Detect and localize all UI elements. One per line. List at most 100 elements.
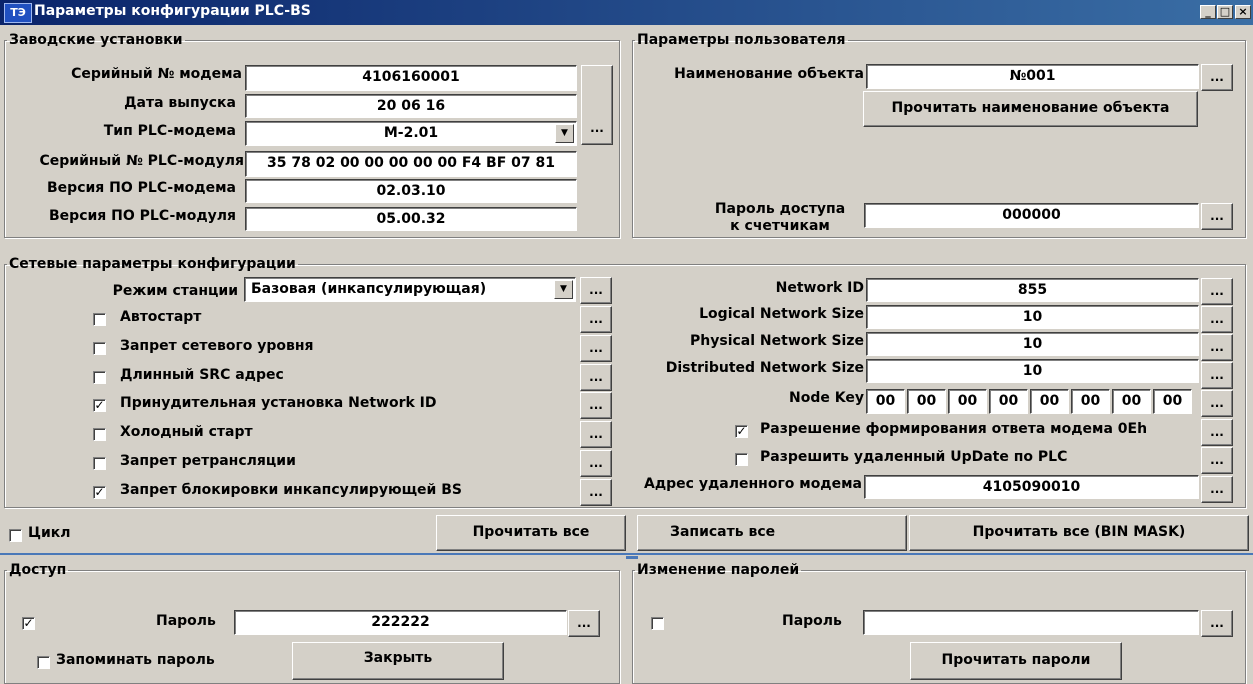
allow-response-label: Разрешение формирования ответа модема 0E… (760, 421, 1148, 437)
station-mode-edit-button[interactable]: ... (580, 277, 612, 304)
logical-size-label: Logical Network Size (699, 306, 864, 322)
cold-start-edit-button[interactable]: ... (580, 421, 612, 448)
remember-password-label: Запоминать пароль (56, 652, 215, 668)
relay-ban-label: Запрет ретрансляции (120, 453, 296, 469)
physical-size-field[interactable]: 10 (866, 332, 1199, 356)
change-password-checkbox[interactable] (651, 617, 664, 630)
fw-modem-label: Версия ПО PLC-модема (47, 180, 236, 196)
force-network-id-label: Принудительная установка Network ID (120, 395, 437, 411)
fw-module-field[interactable]: 05.00.32 (245, 207, 577, 231)
minimize-button[interactable]: _ (1200, 5, 1216, 19)
allow-update-checkbox[interactable] (735, 453, 748, 466)
access-password-edit-button[interactable]: ... (568, 610, 600, 637)
change-password-label: Пароль (782, 613, 842, 629)
remote-modem-label: Адрес удаленного модема (644, 476, 862, 492)
app-logo-icon: ТЭ (4, 3, 32, 23)
distributed-size-edit-button[interactable]: ... (1201, 362, 1233, 389)
station-mode-select[interactable]: Базовая (инкапсулирующая) ▼ (244, 277, 576, 302)
access-legend: Доступ (9, 562, 67, 578)
long-src-checkbox[interactable] (93, 371, 106, 384)
modem-type-label: Тип PLC-модема (103, 123, 236, 139)
physical-size-edit-button[interactable]: ... (1201, 334, 1233, 361)
meter-password-label-line2: к счетчикам (730, 218, 830, 234)
force-network-id-edit-button[interactable]: ... (580, 392, 612, 419)
read-all-button[interactable]: Прочитать все (436, 515, 626, 551)
network-id-edit-button[interactable]: ... (1201, 278, 1233, 305)
window-title: Параметры конфигурации PLC-BS (34, 3, 311, 19)
node-key-byte[interactable]: 00 (1153, 389, 1192, 414)
read-object-name-button[interactable]: Прочитать наименование объекта (863, 91, 1198, 127)
meter-password-field[interactable]: 000000 (864, 203, 1199, 228)
autostart-checkbox[interactable] (93, 313, 106, 326)
splitter-handle[interactable] (626, 556, 638, 559)
object-name-edit-button[interactable]: ... (1201, 64, 1233, 91)
network-id-field[interactable]: 855 (866, 278, 1199, 302)
chevron-down-icon[interactable]: ▼ (554, 280, 573, 299)
node-key-byte[interactable]: 00 (1112, 389, 1151, 414)
relay-ban-edit-button[interactable]: ... (580, 450, 612, 477)
access-password-field[interactable]: 222222 (234, 610, 567, 635)
access-checkbox[interactable]: ✓ (22, 617, 35, 630)
autostart-label: Автостарт (120, 309, 202, 325)
node-key-byte[interactable]: 00 (866, 389, 905, 414)
meter-password-label-line1: Пароль доступа (714, 201, 846, 217)
serial-module-field[interactable]: 35 78 02 00 00 00 00 00 F4 BF 07 81 (245, 151, 577, 177)
read-all-bin-button[interactable]: Прочитать все (BIN MASK) (909, 515, 1249, 551)
release-date-label: Дата выпуска (124, 95, 236, 111)
allow-update-label: Разрешить удаленный UpDate по PLC (760, 449, 1068, 465)
allow-response-edit-button[interactable]: ... (1201, 419, 1233, 446)
change-password-field[interactable] (863, 610, 1199, 635)
factory-edit-button[interactable]: ... (581, 65, 613, 145)
cycle-checkbox[interactable] (9, 529, 22, 542)
distributed-size-label: Distributed Network Size (665, 360, 864, 376)
allow-update-edit-button[interactable]: ... (1201, 447, 1233, 474)
force-network-id-checkbox[interactable]: ✓ (93, 399, 106, 412)
node-key-byte[interactable]: 00 (1030, 389, 1069, 414)
long-src-edit-button[interactable]: ... (580, 364, 612, 391)
cold-start-checkbox[interactable] (93, 428, 106, 441)
node-key-byte[interactable]: 00 (1071, 389, 1110, 414)
remote-modem-field[interactable]: 4105090010 (864, 475, 1199, 499)
write-all-button[interactable]: Записать все (637, 515, 907, 551)
change-password-edit-button[interactable]: ... (1201, 610, 1233, 637)
meter-password-edit-button[interactable]: ... (1201, 203, 1233, 230)
remember-password-checkbox[interactable] (37, 656, 50, 669)
network-level-ban-label: Запрет сетевого уровня (120, 338, 314, 354)
node-key-byte[interactable]: 00 (989, 389, 1028, 414)
modem-type-value: M-2.01 (383, 125, 439, 141)
autostart-edit-button[interactable]: ... (580, 306, 612, 333)
node-key-edit-button[interactable]: ... (1201, 390, 1233, 417)
station-mode-label: Режим станции (112, 283, 238, 299)
network-id-label: Network ID (775, 280, 864, 296)
close-button[interactable]: Закрыть (292, 642, 504, 680)
object-name-label: Наименование объекта (674, 66, 864, 82)
logical-size-field[interactable]: 10 (866, 305, 1199, 329)
modem-type-select[interactable]: M-2.01 ▼ (245, 121, 577, 146)
chevron-down-icon[interactable]: ▼ (555, 124, 574, 143)
close-window-button[interactable]: × (1235, 5, 1251, 19)
serial-module-label: Серийный № PLC-модуля (39, 153, 244, 169)
relay-ban-checkbox[interactable] (93, 457, 106, 470)
network-params-legend: Сетевые параметры конфигурации (9, 256, 296, 272)
object-name-field[interactable]: №001 (866, 64, 1199, 89)
node-key-byte[interactable]: 00 (907, 389, 946, 414)
encap-lock-ban-edit-button[interactable]: ... (580, 479, 612, 506)
remote-modem-edit-button[interactable]: ... (1201, 476, 1233, 503)
user-params-legend: Параметры пользователя (637, 32, 846, 48)
distributed-size-field[interactable]: 10 (866, 359, 1199, 383)
title-bar: ТЭ Параметры конфигурации PLC-BS _ □ × (0, 0, 1253, 25)
serial-modem-field[interactable]: 4106160001 (245, 65, 577, 91)
fw-modem-field[interactable]: 02.03.10 (245, 179, 577, 203)
allow-response-checkbox[interactable]: ✓ (735, 425, 748, 438)
network-level-ban-checkbox[interactable] (93, 342, 106, 355)
logical-size-edit-button[interactable]: ... (1201, 306, 1233, 333)
read-passwords-button[interactable]: Прочитать пароли (910, 642, 1122, 680)
node-key-byte[interactable]: 00 (948, 389, 987, 414)
factory-settings-legend: Заводские установки (9, 32, 183, 48)
long-src-label: Длинный SRC адрес (120, 367, 284, 383)
encap-lock-ban-checkbox[interactable]: ✓ (93, 486, 106, 499)
cold-start-label: Холодный старт (120, 424, 253, 440)
network-level-ban-edit-button[interactable]: ... (580, 335, 612, 362)
maximize-button[interactable]: □ (1217, 5, 1233, 19)
release-date-field[interactable]: 20 06 16 (245, 94, 577, 118)
